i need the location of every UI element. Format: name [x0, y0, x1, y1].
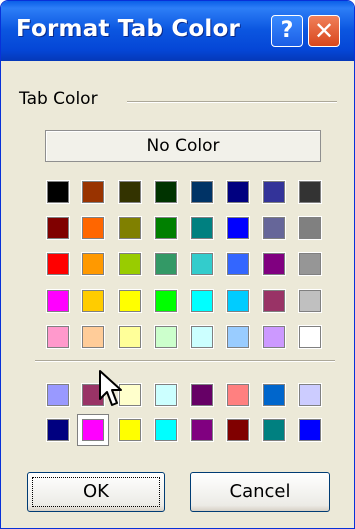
color-swatch[interactable] [298, 180, 322, 204]
color-swatch[interactable] [81, 216, 105, 240]
color-swatch[interactable] [298, 325, 322, 349]
color-swatch[interactable] [262, 418, 286, 442]
color-swatch[interactable] [81, 325, 105, 349]
color-swatch[interactable] [46, 216, 70, 240]
color-swatch[interactable] [154, 216, 178, 240]
color-swatch[interactable] [298, 252, 322, 276]
ok-button[interactable]: OK [27, 472, 165, 512]
color-swatch[interactable] [298, 383, 322, 407]
color-swatch[interactable] [81, 180, 105, 204]
color-swatch[interactable] [190, 180, 214, 204]
color-swatch[interactable] [154, 383, 178, 407]
tab-color-group-label: Tab Color [19, 89, 104, 109]
group-divider [127, 101, 337, 103]
color-swatch[interactable] [190, 383, 214, 407]
color-swatch[interactable] [262, 180, 286, 204]
cancel-button[interactable]: Cancel [190, 472, 330, 512]
color-swatch[interactable] [118, 216, 142, 240]
color-swatch[interactable] [154, 289, 178, 313]
color-swatch[interactable] [118, 252, 142, 276]
color-swatch[interactable] [226, 289, 250, 313]
color-swatch[interactable] [262, 252, 286, 276]
color-swatch[interactable] [226, 325, 250, 349]
color-swatch[interactable] [81, 289, 105, 313]
close-icon[interactable]: ✕ [308, 15, 340, 47]
color-swatch[interactable] [46, 418, 70, 442]
ok-button-label: OK [83, 481, 109, 502]
color-swatch[interactable] [190, 252, 214, 276]
color-swatch[interactable] [154, 325, 178, 349]
color-swatch[interactable] [226, 180, 250, 204]
window-title: Format Tab Color [16, 16, 241, 42]
no-color-button[interactable]: No Color [45, 130, 321, 162]
color-swatch[interactable] [154, 252, 178, 276]
dialog-body: Tab Color No Color OK Cancel [1, 61, 354, 528]
color-swatch[interactable] [46, 252, 70, 276]
color-swatch[interactable] [190, 418, 214, 442]
format-tab-color-dialog: Format Tab Color ? ✕ Tab Color No Color … [0, 0, 355, 529]
color-swatch[interactable] [262, 383, 286, 407]
color-swatch[interactable] [154, 418, 178, 442]
mouse-pointer-icon [99, 370, 122, 406]
palette-separator [35, 360, 335, 362]
color-swatch[interactable] [190, 325, 214, 349]
color-swatch[interactable] [262, 325, 286, 349]
color-swatch[interactable] [298, 418, 322, 442]
color-swatch[interactable] [118, 418, 142, 442]
color-swatch[interactable] [46, 180, 70, 204]
color-swatch[interactable] [154, 180, 178, 204]
color-swatch[interactable] [46, 289, 70, 313]
color-swatch[interactable] [262, 216, 286, 240]
color-swatch-selected[interactable] [82, 419, 104, 441]
color-swatch[interactable] [226, 216, 250, 240]
color-swatch[interactable] [262, 289, 286, 313]
title-bar[interactable]: Format Tab Color ? ✕ [1, 1, 354, 61]
help-icon[interactable]: ? [271, 15, 303, 47]
color-swatch[interactable] [118, 325, 142, 349]
color-swatch[interactable] [46, 325, 70, 349]
color-swatch[interactable] [190, 216, 214, 240]
color-swatch[interactable] [81, 252, 105, 276]
color-swatch[interactable] [226, 383, 250, 407]
color-swatch[interactable] [226, 252, 250, 276]
color-swatch[interactable] [298, 289, 322, 313]
color-swatch[interactable] [226, 418, 250, 442]
color-swatch[interactable] [46, 383, 70, 407]
color-swatch[interactable] [298, 216, 322, 240]
color-swatch[interactable] [118, 289, 142, 313]
color-swatch[interactable] [190, 289, 214, 313]
color-swatch[interactable] [118, 180, 142, 204]
